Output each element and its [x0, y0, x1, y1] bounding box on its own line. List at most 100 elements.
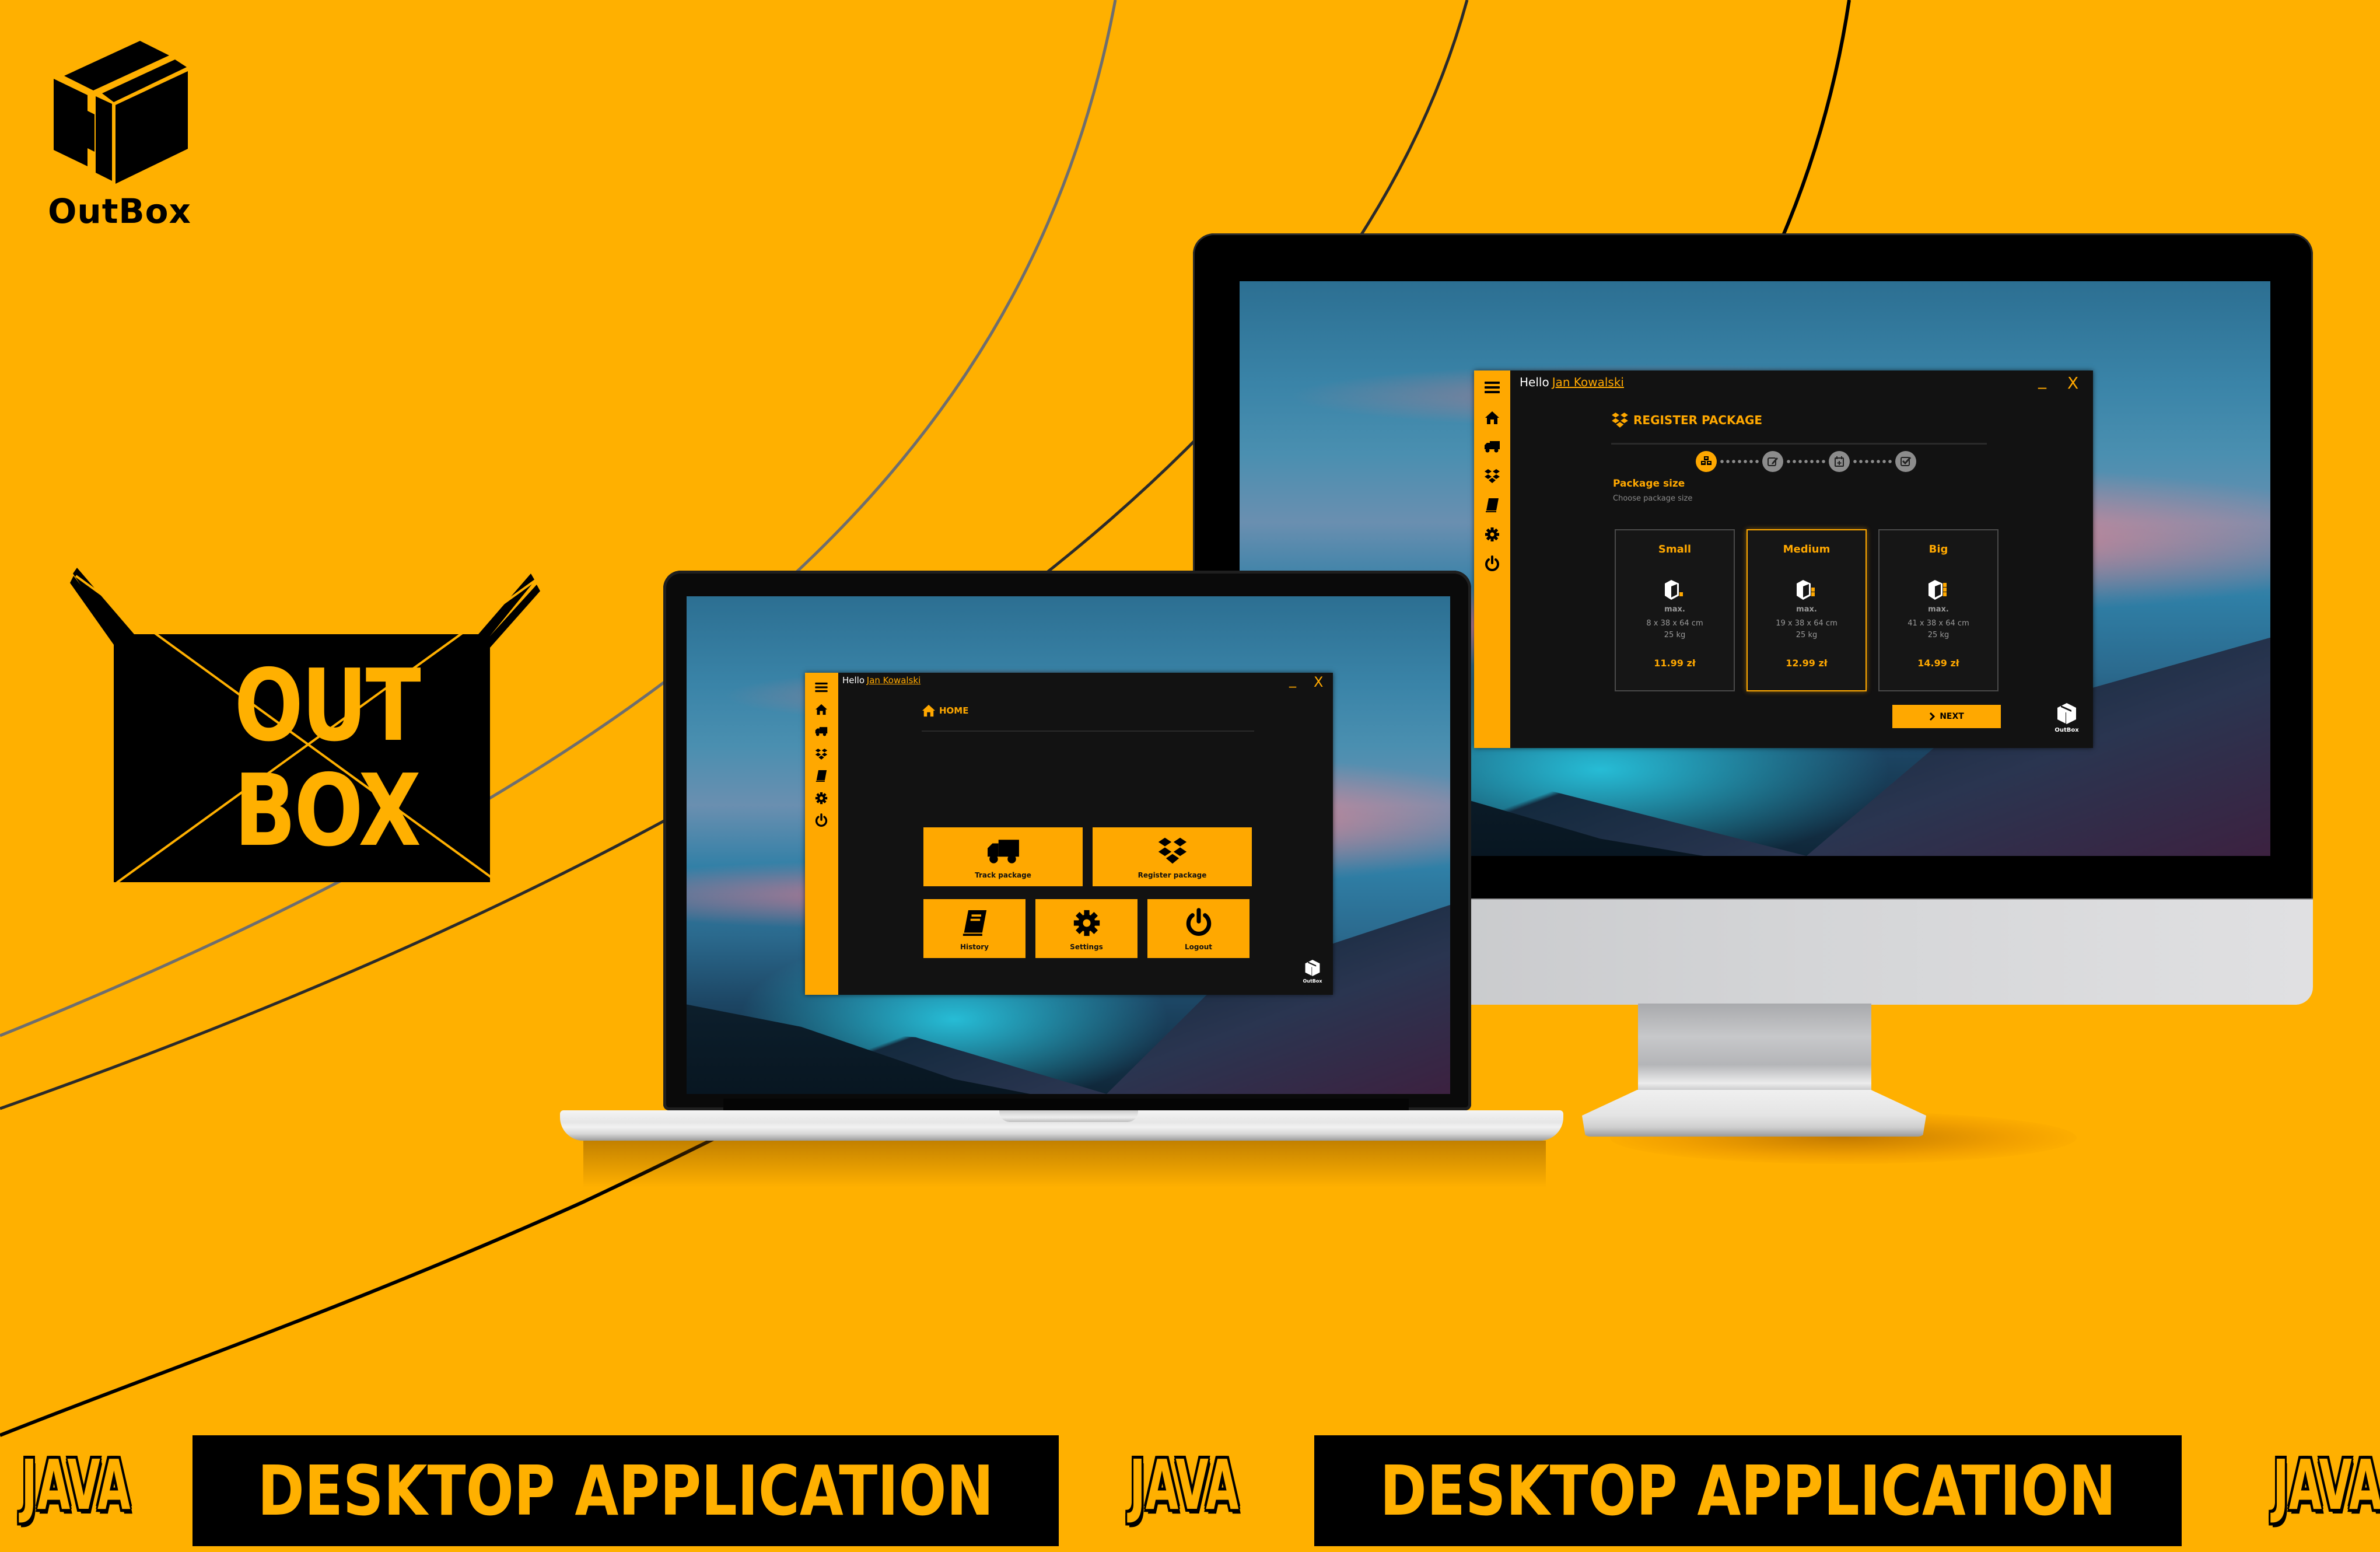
title-divider	[1611, 443, 1987, 445]
page-title-text: HOME	[939, 705, 969, 716]
tiles-row-top: Track package Register package	[923, 827, 1252, 886]
tile-register-package[interactable]: Register package	[1093, 827, 1252, 886]
book-icon	[816, 770, 827, 782]
size-card-small[interactable]: Small max. 8 x 38 x 64 cm 25 kg 11.99 zł	[1615, 529, 1735, 691]
user-name-link[interactable]: Jan Kowalski	[867, 675, 921, 686]
page-title-text: REGISTER PACKAGE	[1633, 413, 1763, 427]
banner-java: JAVA	[2273, 1445, 2380, 1525]
size-weight: 25 kg	[1664, 631, 1686, 639]
tile-label: Register package	[1138, 871, 1207, 879]
size-price: 11.99 zł	[1654, 658, 1696, 669]
registration-stepper	[1696, 451, 1916, 472]
sidebar-item-register[interactable]	[811, 746, 831, 761]
banner-text: DESKTOP APPLICATION	[1380, 1450, 2116, 1531]
box-size-icon	[1665, 580, 1683, 600]
tile-label: Settings	[1070, 943, 1103, 951]
chevron-right-icon	[1930, 712, 1936, 721]
step-connector	[1852, 460, 1893, 463]
sidebar-item-register[interactable]	[1482, 467, 1503, 485]
section-subtitle: Choose package size	[1613, 494, 1693, 503]
menu-icon	[815, 682, 828, 693]
register-package-window: HelloJan Kowalski _ X REGISTER PACKAGE	[1474, 370, 2093, 748]
tile-label: Track package	[975, 871, 1031, 879]
size-max-label: max.	[1928, 605, 1949, 614]
banner-desktop-application: DESKTOP APPLICATION	[1314, 1435, 2182, 1546]
package-size-options: Small max. 8 x 38 x 64 cm 25 kg 11.99 zł…	[1615, 529, 1999, 691]
power-icon	[1485, 555, 1499, 571]
laptop-hinge	[723, 1099, 1409, 1110]
sidebar	[805, 673, 838, 995]
brand-logo: OutBox	[41, 35, 198, 239]
package-box-icon	[1305, 960, 1320, 976]
gear-icon	[815, 792, 828, 805]
sidebar-item-history[interactable]	[811, 768, 831, 784]
truck-icon	[1485, 441, 1500, 453]
power-icon	[815, 813, 828, 827]
sidebar-item-track[interactable]	[1482, 438, 1503, 456]
banner-text: DESKTOP APPLICATION	[257, 1450, 994, 1531]
page-title: HOME	[922, 704, 968, 717]
step-connector	[1719, 460, 1760, 463]
brand-name: OutBox	[48, 191, 191, 231]
dropbox-icon	[1612, 413, 1628, 428]
envelope-text-box: BOX	[234, 753, 421, 869]
sidebar-item-home[interactable]	[811, 702, 831, 717]
size-weight: 25 kg	[1796, 631, 1818, 639]
app-brand-logo: OutBox	[1301, 959, 1324, 984]
dropbox-icon	[1158, 837, 1186, 864]
app-brand-name: OutBox	[2054, 727, 2079, 733]
dropbox-icon	[815, 748, 828, 760]
step-2-details[interactable]	[1762, 451, 1783, 472]
minimize-button[interactable]: _	[1289, 673, 1296, 687]
home-icon	[816, 704, 827, 715]
box-size-icon	[1929, 580, 1947, 600]
sidebar-item-menu[interactable]	[1482, 379, 1503, 396]
greeting: Hello Jan Kowalski	[1520, 375, 1624, 389]
next-button[interactable]: NEXT	[1892, 705, 2001, 728]
user-name-link[interactable]: Jan Kowalski	[1552, 375, 1624, 389]
step-connector	[1786, 460, 1826, 463]
sidebar-item-home[interactable]	[1482, 409, 1503, 427]
envelope-logo: OUT BOX	[70, 563, 583, 890]
cubes-icon	[1701, 456, 1712, 465]
gear-icon	[1073, 910, 1100, 936]
minimize-button[interactable]: _	[2038, 372, 2046, 388]
sidebar-item-history[interactable]	[1482, 497, 1503, 514]
size-dimensions: 8 x 38 x 64 cm	[1646, 619, 1703, 628]
tile-track-package[interactable]: Track package	[923, 827, 1083, 886]
calendar-plus-icon	[1835, 456, 1844, 467]
package-box-icon	[54, 41, 188, 184]
sidebar-item-logout[interactable]	[811, 813, 831, 828]
step-3-date[interactable]	[1829, 451, 1850, 472]
close-button[interactable]: X	[1314, 675, 1323, 689]
close-button[interactable]: X	[2067, 375, 2078, 392]
banner-java: JAVA	[1129, 1445, 1239, 1525]
size-dimensions: 41 x 38 x 64 cm	[1908, 619, 1969, 628]
tiles-row-bottom: History Settings Logout	[923, 899, 1250, 958]
box-size-icon	[1797, 580, 1815, 600]
page-title: REGISTER PACKAGE	[1611, 411, 1762, 429]
greeting-text: Hello	[842, 675, 865, 686]
sidebar-item-settings[interactable]	[811, 791, 831, 806]
home-window: Hello Jan Kowalski _ X HOME Track package…	[805, 673, 1333, 995]
section-title: Package size	[1613, 478, 1685, 490]
sidebar-item-track[interactable]	[811, 724, 831, 739]
tile-history[interactable]: History	[923, 899, 1026, 958]
power-icon	[1186, 908, 1211, 936]
step-1-package-size[interactable]	[1696, 451, 1717, 472]
size-card-medium[interactable]: Medium max. 19 x 38 x 64 cm 25 kg 12.99 …	[1746, 529, 1867, 691]
size-name: Medium	[1783, 543, 1831, 555]
step-4-confirm[interactable]	[1895, 451, 1916, 472]
size-price: 12.99 zł	[1786, 658, 1828, 669]
banner-desktop-application: DESKTOP APPLICATION	[192, 1435, 1059, 1546]
tile-settings[interactable]: Settings	[1035, 899, 1138, 958]
sidebar-item-menu[interactable]	[811, 680, 831, 695]
tile-logout[interactable]: Logout	[1147, 899, 1250, 958]
sidebar-item-logout[interactable]	[1482, 555, 1503, 572]
tile-label: Logout	[1184, 943, 1212, 951]
title-divider	[922, 730, 1254, 732]
laptop-screen: Hello Jan Kowalski _ X HOME Track package…	[687, 596, 1450, 1094]
app-brand-logo: OutBox	[2050, 702, 2083, 733]
sidebar-item-settings[interactable]	[1482, 526, 1503, 543]
size-card-big[interactable]: Big max. 41 x 38 x 64 cm 25 kg 14.99 zł	[1878, 529, 1999, 691]
